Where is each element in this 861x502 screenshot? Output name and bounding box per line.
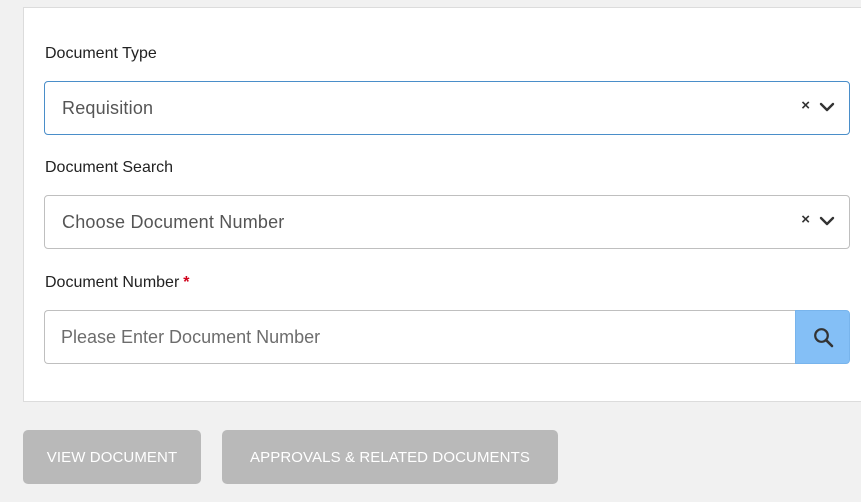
chevron-down-icon[interactable] <box>819 101 835 113</box>
document-type-select[interactable]: Requisition × <box>44 81 850 135</box>
document-lookup-page: Document Type Requisition × Document Sea… <box>0 0 861 502</box>
view-document-button[interactable]: VIEW DOCUMENT <box>23 430 201 484</box>
document-number-input[interactable] <box>44 310 795 364</box>
document-search-value: Choose Document Number <box>62 212 285 232</box>
document-form-panel: Document Type Requisition × Document Sea… <box>23 7 861 402</box>
clear-icon[interactable]: × <box>801 211 810 228</box>
document-number-label: Document Number * <box>45 274 190 291</box>
document-search-label: Document Search <box>45 159 174 176</box>
clear-icon[interactable]: × <box>801 97 810 114</box>
chevron-down-icon[interactable] <box>819 215 835 227</box>
approvals-related-documents-button[interactable]: APPROVALS & RELATED DOCUMENTS <box>222 430 558 484</box>
document-type-value: Requisition <box>62 98 154 118</box>
document-type-label: Document Type <box>45 45 157 62</box>
document-search-select[interactable]: Choose Document Number × <box>44 195 850 249</box>
required-indicator: * <box>183 274 190 291</box>
search-button[interactable] <box>795 310 850 364</box>
search-icon <box>814 328 834 348</box>
